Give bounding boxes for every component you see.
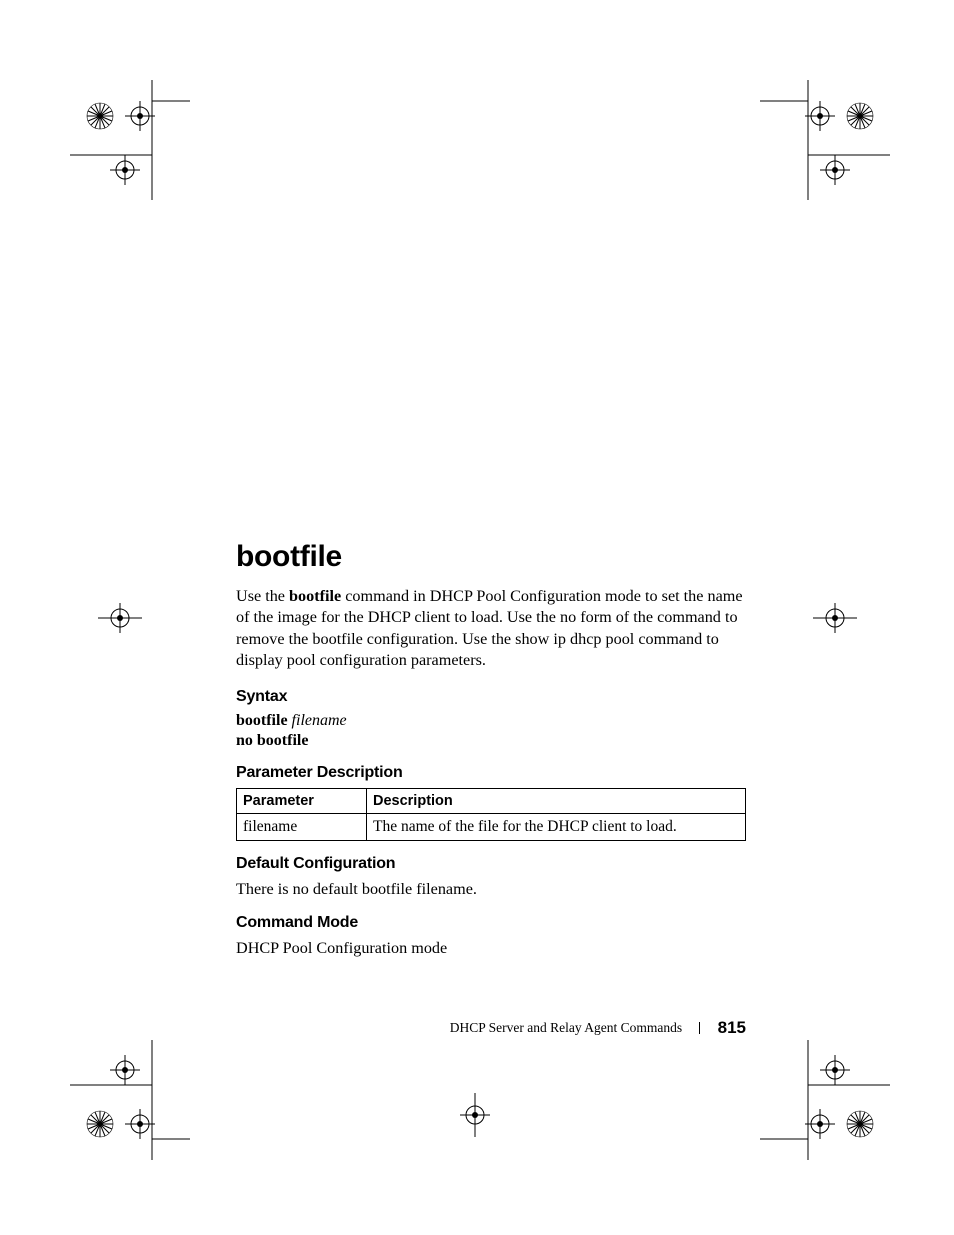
footer-separator bbox=[699, 1022, 700, 1034]
syntax-arg: filename bbox=[292, 712, 347, 729]
command-title: bootfile bbox=[236, 540, 746, 574]
footer-page-number: 815 bbox=[718, 1018, 746, 1037]
syntax-cmd: bootfile bbox=[236, 712, 288, 729]
command-mode-heading: Command Mode bbox=[236, 914, 746, 932]
td-description: The name of the file for the DHCP client… bbox=[367, 813, 746, 840]
default-cfg-text: There is no default bootfile filename. bbox=[236, 879, 746, 900]
td-parameter: filename bbox=[237, 813, 367, 840]
reg-mark-mid-left bbox=[95, 598, 145, 638]
crop-mark-bottom-left bbox=[70, 1030, 190, 1160]
crop-mark-top-right bbox=[760, 80, 890, 210]
command-mode-text: DHCP Pool Configuration mode bbox=[236, 938, 746, 959]
syntax-line-1: bootfile filename bbox=[236, 712, 746, 730]
syntax-line-2: no bootfile bbox=[236, 732, 746, 750]
th-parameter: Parameter bbox=[237, 788, 367, 813]
crop-mark-top-left bbox=[70, 80, 190, 210]
table-row: filename The name of the file for the DH… bbox=[237, 813, 746, 840]
default-cfg-heading: Default Configuration bbox=[236, 855, 746, 873]
intro-command-name: bootfile bbox=[289, 587, 341, 605]
param-desc-heading: Parameter Description bbox=[236, 764, 746, 782]
intro-text-a: Use the bbox=[236, 587, 289, 605]
footer-section: DHCP Server and Relay Agent Commands bbox=[450, 1020, 682, 1035]
syntax-heading: Syntax bbox=[236, 688, 746, 706]
table-header-row: Parameter Description bbox=[237, 788, 746, 813]
crop-mark-bottom-right bbox=[760, 1030, 890, 1160]
reg-mark-bottom-center bbox=[450, 1090, 500, 1140]
reg-mark-mid-right bbox=[810, 598, 860, 638]
page-footer: DHCP Server and Relay Agent Commands 815 bbox=[236, 1018, 746, 1038]
intro-paragraph: Use the bootfile command in DHCP Pool Co… bbox=[236, 586, 746, 672]
content-area: bootfile Use the bootfile command in DHC… bbox=[236, 540, 746, 975]
th-description: Description bbox=[367, 788, 746, 813]
page: bootfile Use the bootfile command in DHC… bbox=[0, 0, 954, 1235]
param-table: Parameter Description filename The name … bbox=[236, 788, 746, 841]
